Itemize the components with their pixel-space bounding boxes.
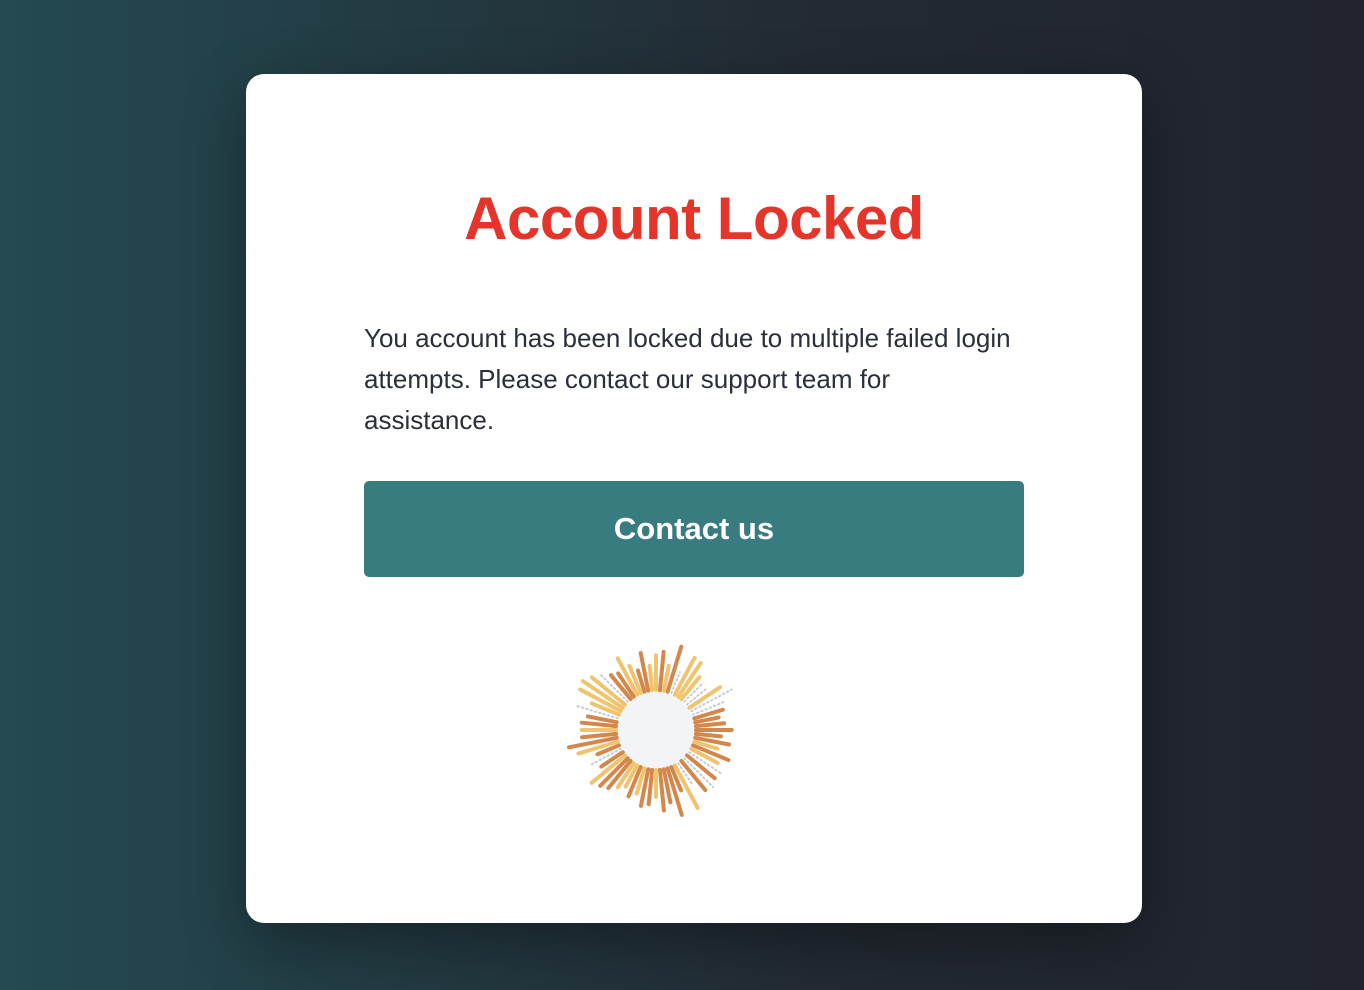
spinner-ray bbox=[693, 721, 727, 729]
page-title: Account Locked bbox=[464, 185, 924, 252]
contact-us-button[interactable]: Contact us bbox=[364, 481, 1024, 577]
spinner-ray bbox=[647, 663, 655, 693]
spinner-center bbox=[618, 692, 694, 768]
spinner-ray bbox=[646, 767, 655, 807]
sunburst-spinner-icon bbox=[566, 644, 734, 817]
spinner-ray bbox=[693, 731, 723, 739]
spinner-ray bbox=[580, 731, 619, 740]
account-locked-card: Account Locked You account has been lock… bbox=[246, 74, 1142, 923]
spinner-ray bbox=[579, 720, 619, 729]
lock-message: You account has been locked due to multi… bbox=[364, 323, 1011, 435]
